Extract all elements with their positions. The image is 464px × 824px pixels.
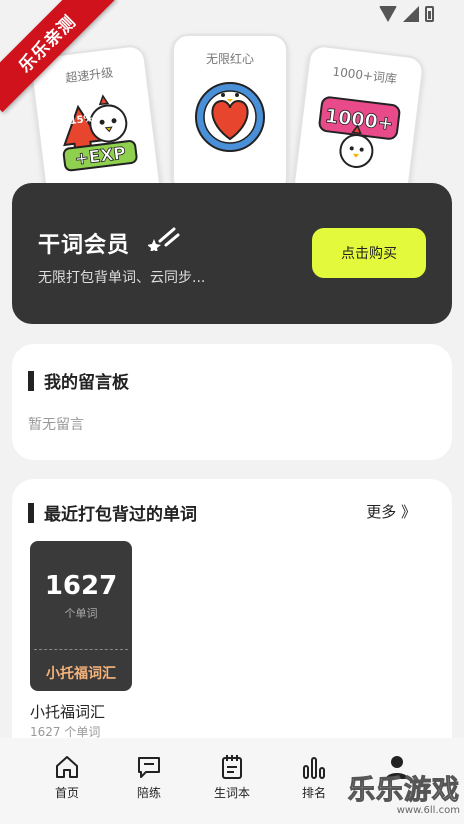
perk-title: 1000+词库 [331, 64, 398, 87]
section-title: 最近打包背过的单词 [28, 500, 197, 525]
battery-icon [425, 6, 434, 22]
empty-messages: 暂无留言 [28, 417, 84, 433]
chat-icon [138, 757, 160, 778]
heart-mascot-icon [187, 75, 273, 155]
vip-banner: 干词会员 无限打包背单词、云同步... 点击购买 [12, 183, 452, 324]
divider [34, 649, 128, 650]
perk-card-unlimited-hearts: 无限红心 [172, 34, 288, 194]
recent-words: 最近打包背过的单词 更多 》 1627 个单词 小托福词汇 小托福词汇 1627… [12, 479, 452, 739]
more-link[interactable]: 更多 》 [366, 501, 416, 522]
tab-notebook[interactable]: 生词本 [197, 754, 267, 801]
word-library-icon: 1000+ [310, 86, 405, 176]
title-bar [28, 502, 34, 523]
tab-label: 生词本 [213, 786, 250, 800]
signal-icon [403, 6, 419, 22]
notebook-icon [222, 755, 242, 779]
sparkle-icon [148, 227, 180, 251]
tab-ranking[interactable]: 排名 [279, 754, 349, 801]
tab-home[interactable]: 首页 [32, 754, 102, 801]
book-cover-name: 小托福词汇 [46, 666, 116, 682]
watermark: 乐乐游戏 www.6ll.com [348, 768, 461, 817]
tab-practice[interactable]: 陪练 [114, 754, 184, 801]
tab-label: 排名 [301, 786, 326, 800]
corner-ribbon: 乐乐亲测 [0, 0, 120, 120]
watermark-title: 乐乐游戏 [348, 775, 460, 807]
bar-chart-icon [303, 757, 325, 779]
buy-button[interactable]: 点击购买 [312, 228, 426, 278]
wifi-icon [379, 6, 397, 22]
word-book-card[interactable]: 1627 个单词 小托福词汇 [30, 541, 132, 691]
book-count: 1627 个单词 [30, 725, 101, 739]
title-bar [28, 370, 34, 391]
ribbon-text: 乐乐亲测 [0, 0, 116, 113]
book-word-count: 1627 [44, 571, 118, 601]
vip-title: 干词会员 [38, 233, 131, 258]
message-board-title: 我的留言板 [44, 373, 129, 393]
vip-subtitle: 无限打包背单词、云同步... [38, 270, 206, 286]
message-board: 我的留言板 暂无留言 [12, 344, 452, 460]
tab-label: 首页 [54, 786, 79, 800]
tab-label: 陪练 [136, 786, 161, 800]
perk-title: 无限红心 [205, 52, 254, 66]
home-icon [56, 756, 78, 778]
book-word-unit: 个单词 [64, 607, 98, 620]
book-title[interactable]: 小托福词汇 [30, 701, 105, 722]
recent-words-title: 最近打包背过的单词 [44, 505, 197, 525]
section-title: 我的留言板 [28, 368, 129, 393]
